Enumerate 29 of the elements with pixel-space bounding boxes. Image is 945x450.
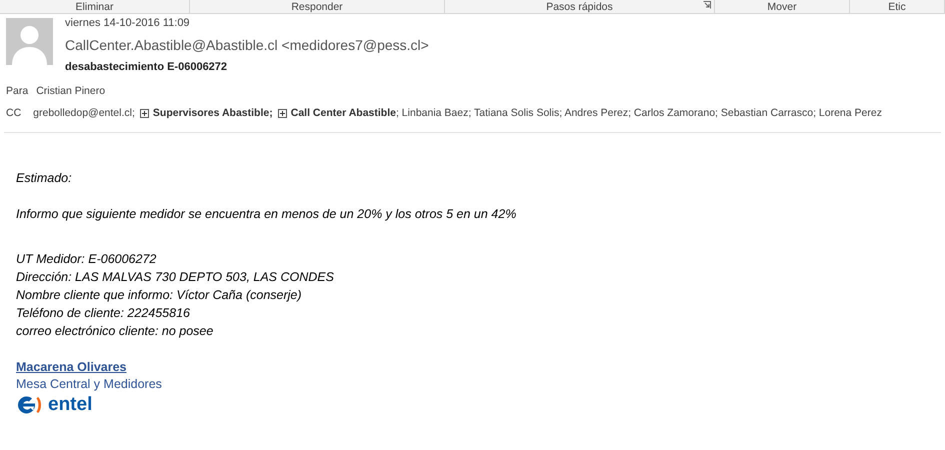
cc-label: CC	[6, 106, 22, 120]
group-recipient[interactable]: Call Center Abastible	[290, 106, 396, 120]
entel-logo: entel	[16, 394, 92, 416]
group-recipient[interactable]: Supervisores Abastible;	[152, 106, 273, 120]
expand-plus-icon[interactable]	[278, 108, 287, 118]
ribbon-group-label: Pasos rápidos	[546, 0, 613, 12]
email-subject: desabastecimiento E-06006272	[65, 60, 228, 74]
sender-address: CallCenter.Abastible@Abastible.cl <medidores7@pess.cl>	[65, 36, 429, 54]
expand-plus-icon[interactable]	[140, 108, 149, 118]
ribbon-group-label: Eliminar	[76, 0, 114, 12]
detail-line: Dirección: LAS MALVAS 730 DEPTO 503, LAS CONDES	[16, 269, 335, 286]
dialog-launcher-icon[interactable]	[703, 1, 711, 9]
ribbon-group-label: Mover	[767, 0, 797, 12]
ribbon-group-label: Responder	[291, 0, 343, 12]
message-paragraph: Informo que siguiente medidor se encuentra en menos de un 20% y los otros 5 en un 42%	[16, 206, 518, 223]
greeting-text: Estimado:	[16, 170, 73, 187]
detail-line: Nombre cliente que informo: Víctor Caña (conserje)	[16, 287, 303, 304]
signature-name[interactable]: Macarena Olivares	[16, 358, 126, 376]
detail-line: UT Medidor: E-06006272	[16, 251, 158, 268]
cc-recipients[interactable]: grebolledop@entel.cl;	[33, 106, 135, 120]
sent-date: viernes 14-10-2016 11:09	[65, 16, 191, 30]
signature-title: Mesa Central y Medidores	[16, 376, 162, 392]
ribbon-group-label: Etic	[888, 0, 906, 12]
to-label: Para	[6, 84, 28, 98]
recipient-name[interactable]: Cristian Pinero	[36, 84, 106, 98]
cc-recipients[interactable]: ; Linbania Baez; Tatiana Solis Solis; Andres Perez; Carlos Zamorano; Sebastian Carrasco; Lorena Perez	[396, 106, 882, 120]
detail-line: correo electrónico cliente: no posee	[16, 323, 214, 340]
detail-line: Teléfono de cliente: 222455816	[16, 305, 191, 322]
avatar-icon	[6, 18, 53, 65]
